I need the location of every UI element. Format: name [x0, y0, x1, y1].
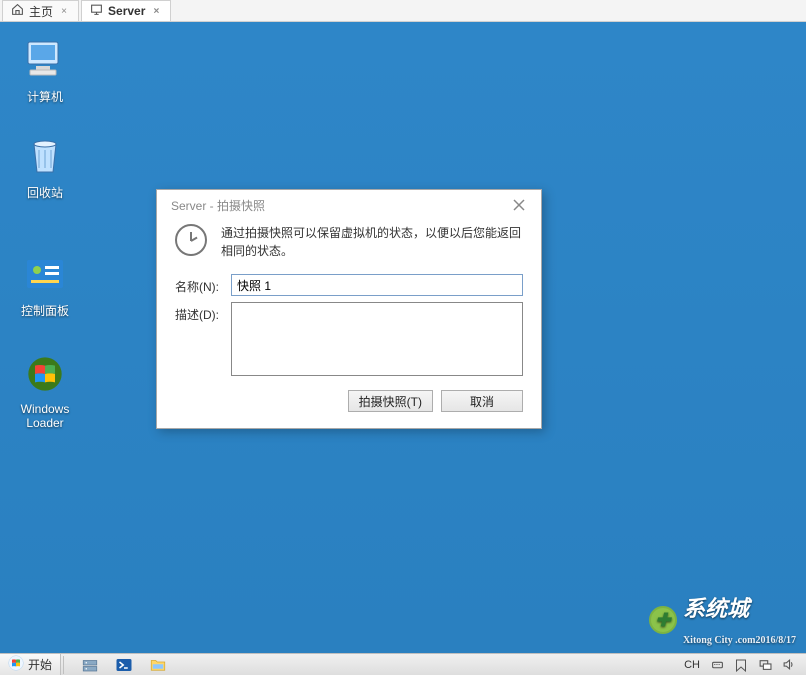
- take-snapshot-button[interactable]: 拍摄快照(T): [348, 390, 433, 412]
- start-label: 开始: [28, 656, 52, 673]
- desktop-icon-label: 控制面板: [21, 302, 69, 319]
- watermark-text: 系统城: [683, 596, 749, 621]
- tab-home-label: 主页: [29, 3, 53, 20]
- cancel-button[interactable]: 取消: [441, 390, 523, 412]
- tab-server[interactable]: Server ×: [81, 0, 171, 21]
- powershell-icon: [114, 656, 134, 674]
- watermark: ✚ 系统城 Xitong City .com2016/8/17: [649, 591, 796, 649]
- close-icon[interactable]: ×: [58, 5, 70, 17]
- dialog-close-button[interactable]: [505, 195, 533, 215]
- watermark-logo-icon: ✚: [649, 606, 677, 634]
- quick-launch: [71, 655, 177, 675]
- tray-action-center-icon[interactable]: [734, 658, 748, 672]
- desktop-icon-label: Windows Loader: [8, 402, 82, 430]
- tray-ime-indicator[interactable]: CH: [684, 659, 700, 671]
- recycle-bin-icon: [21, 132, 69, 180]
- windows-logo-icon: [8, 655, 24, 674]
- tray-volume-icon[interactable]: [782, 658, 796, 672]
- snapshot-dialog: Server - 拍摄快照 通过拍摄快照可以保留虚拟机的状态，以便以后您能返回相…: [156, 189, 542, 429]
- server-manager-icon: [80, 656, 100, 674]
- dialog-titlebar[interactable]: Server - 拍摄快照: [157, 190, 541, 220]
- control-panel-icon: [21, 250, 69, 298]
- tray-network-icon[interactable]: [758, 658, 772, 672]
- quick-launch-server-manager[interactable]: [75, 655, 105, 675]
- desktop-icon-label: 计算机: [27, 88, 63, 105]
- dialog-info-text: 通过拍摄快照可以保留虚拟机的状态，以便以后您能返回相同的状态。: [221, 224, 523, 260]
- guest-taskbar: 开始 CH: [0, 653, 806, 675]
- desktop-icon-windows-loader[interactable]: Windows Loader: [8, 350, 82, 430]
- desktop-icon-control-panel[interactable]: 控制面板: [8, 250, 82, 319]
- desktop-icon-label: 回收站: [27, 184, 63, 201]
- quick-launch-powershell[interactable]: [109, 655, 139, 675]
- watermark-subtext: Xitong City .com2016/8/17: [683, 635, 796, 646]
- snapshot-description-input[interactable]: [231, 302, 523, 376]
- guest-desktop: 计算机 回收站 控制面板: [0, 22, 806, 653]
- separator: [63, 656, 69, 674]
- clock-icon: [175, 224, 207, 256]
- desktop-icon-computer[interactable]: 计算机: [8, 36, 82, 105]
- home-icon: [11, 3, 24, 19]
- name-label: 名称(N):: [175, 274, 225, 295]
- dialog-title: Server - 拍摄快照: [171, 197, 265, 214]
- snapshot-name-input[interactable]: [231, 274, 523, 296]
- tray-ime-icon[interactable]: [710, 658, 724, 672]
- tab-server-label: Server: [108, 4, 145, 18]
- description-label: 描述(D):: [175, 302, 225, 323]
- quick-launch-explorer[interactable]: [143, 655, 173, 675]
- system-tray: CH: [674, 658, 806, 672]
- vm-tab-strip: 主页 × Server ×: [0, 0, 806, 22]
- desktop-icon-recycle-bin[interactable]: 回收站: [8, 132, 82, 201]
- computer-icon: [21, 36, 69, 84]
- windows-loader-icon: [21, 350, 69, 398]
- start-button[interactable]: 开始: [0, 654, 61, 675]
- close-icon: [513, 199, 525, 211]
- vm-icon: [90, 3, 103, 19]
- tab-home[interactable]: 主页 ×: [2, 0, 79, 21]
- close-icon[interactable]: ×: [150, 5, 162, 17]
- explorer-icon: [147, 656, 169, 674]
